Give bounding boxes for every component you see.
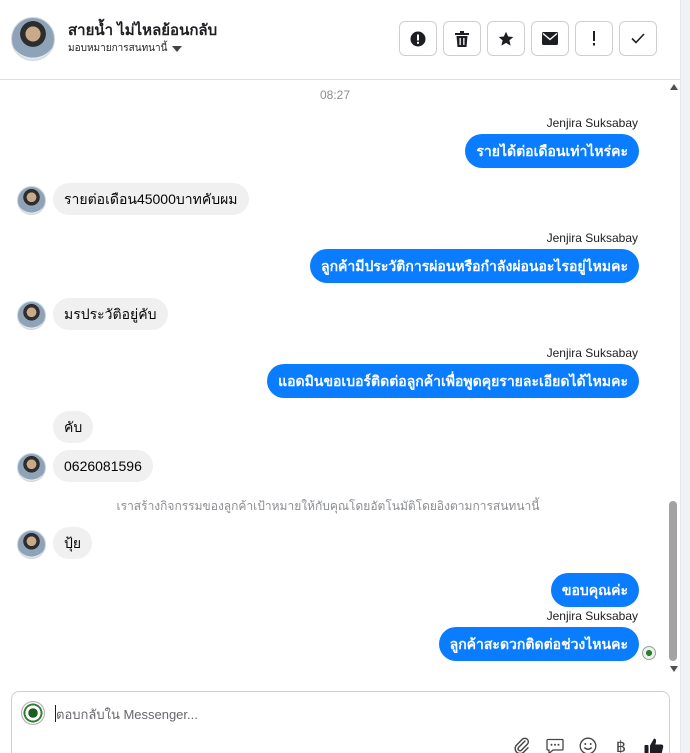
mark-done-button[interactable] xyxy=(619,21,657,56)
paperclip-icon xyxy=(514,737,530,753)
contact-avatar-small[interactable] xyxy=(17,301,46,330)
exclamation-icon xyxy=(593,31,595,46)
incoming-message[interactable]: รายต่อเดือน45000บาทคับผม xyxy=(53,183,249,215)
scroll-down-arrow-icon[interactable] xyxy=(670,666,678,672)
message-timestamp: 08:27 xyxy=(319,88,351,102)
conversation-toolbar xyxy=(399,21,657,56)
incoming-message[interactable]: ปุ้ย xyxy=(53,527,93,559)
composer-toolbar: ฿ xyxy=(510,735,666,753)
trash-icon xyxy=(455,30,469,47)
baht-icon: ฿ xyxy=(615,736,627,753)
chat-bubble-icon xyxy=(546,738,564,753)
contact-name[interactable]: สายน้ำ ไม่ไหลย้อนกลับ xyxy=(68,18,217,42)
contact-avatar-small[interactable] xyxy=(17,453,46,482)
smiley-icon xyxy=(579,737,597,753)
attach-button[interactable] xyxy=(510,735,534,753)
star-icon xyxy=(498,31,514,46)
envelope-icon xyxy=(542,32,558,45)
system-note: เราสร้างกิจกรรมของลูกค้าเป้าหมายให้กับคุ… xyxy=(116,499,540,513)
mark-spam-button[interactable] xyxy=(399,21,437,56)
sender-name: Jenjira Suksabay xyxy=(546,231,638,245)
payment-button[interactable]: ฿ xyxy=(609,735,633,753)
emoji-button[interactable] xyxy=(576,735,600,753)
contact-avatar[interactable] xyxy=(11,17,55,61)
alert-circle-icon xyxy=(410,31,426,46)
delete-button[interactable] xyxy=(443,21,481,56)
outgoing-message[interactable]: ขอบคุณค่ะ xyxy=(550,573,639,607)
saved-replies-button[interactable] xyxy=(543,735,567,753)
assign-conversation-dropdown[interactable]: มอบหมายการสนทนานี้ xyxy=(68,41,183,56)
page-avatar xyxy=(21,701,45,725)
scroll-thumb[interactable] xyxy=(669,501,677,661)
thumbs-up-icon xyxy=(644,738,664,753)
reply-composer: ฿ xyxy=(11,691,670,753)
incoming-message[interactable]: คับ xyxy=(53,411,94,443)
caret-down-icon xyxy=(172,46,183,52)
outgoing-message[interactable]: ลูกค้ามีประวัติการผ่อนหรือกำลังผ่อนอะไรอ… xyxy=(309,249,639,283)
contact-avatar-small[interactable] xyxy=(17,186,46,215)
sender-name: Jenjira Suksabay xyxy=(546,346,638,360)
contact-avatar-small[interactable] xyxy=(17,530,46,559)
reply-input[interactable] xyxy=(56,704,616,724)
scroll-up-arrow-icon[interactable] xyxy=(670,84,678,90)
outgoing-message[interactable]: รายได้ต่อเดือนเท่าไหร่คะ xyxy=(465,134,639,168)
seen-indicator-icon xyxy=(642,646,656,660)
conversation-header: สายน้ำ ไม่ไหลย้อนกลับ มอบหมายการสนทนานี้ xyxy=(0,0,680,80)
incoming-message[interactable]: มรประวัติอยู่คับ xyxy=(53,298,168,330)
incoming-message[interactable]: 0626081596 xyxy=(53,450,153,482)
assign-label: มอบหมายการสนทนานี้ xyxy=(68,43,168,54)
sender-name: Jenjira Suksabay xyxy=(546,609,638,623)
star-button[interactable] xyxy=(487,21,525,56)
follow-up-button[interactable] xyxy=(575,21,613,56)
thread-scrollbar[interactable] xyxy=(668,80,680,680)
check-icon xyxy=(631,33,645,44)
like-button[interactable] xyxy=(642,735,666,753)
right-edge-divider xyxy=(680,0,690,753)
outgoing-message[interactable]: แอดมินขอเบอร์ติดต่อลูกค้าเพื่อพูดคุยรายล… xyxy=(267,364,639,398)
mark-unread-button[interactable] xyxy=(531,21,569,56)
outgoing-message[interactable]: ลูกค้าสะดวกติดต่อช่วงไหนคะ xyxy=(438,627,639,661)
sender-name: Jenjira Suksabay xyxy=(546,116,638,130)
